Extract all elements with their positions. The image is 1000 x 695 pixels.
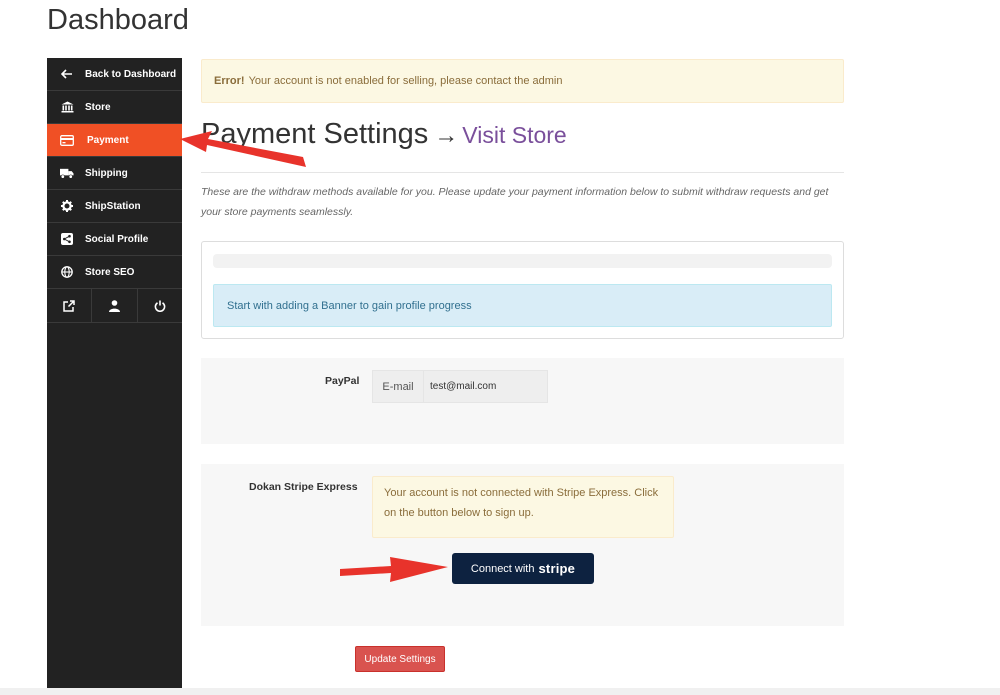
share-icon bbox=[60, 232, 74, 246]
paypal-label: PayPal bbox=[325, 375, 360, 387]
heading-arrow: → bbox=[434, 122, 459, 149]
profile-progress-bar bbox=[213, 254, 832, 268]
sidebar-item-label: Back to Dashboard bbox=[85, 68, 177, 80]
section-heading: Payment Settings → Visit Store bbox=[201, 118, 567, 151]
stripe-label: Dokan Stripe Express bbox=[249, 481, 358, 493]
sidebar-item-label: ShipStation bbox=[85, 200, 141, 212]
user-icon bbox=[108, 299, 120, 312]
sidebar-item-shipping[interactable]: Shipping bbox=[47, 157, 182, 190]
stripe-panel: Dokan Stripe Express Your account is not… bbox=[201, 464, 844, 626]
paypal-panel: PayPal E-mail bbox=[201, 358, 844, 444]
page-title: Dashboard bbox=[47, 4, 189, 36]
external-link-icon bbox=[63, 299, 75, 312]
power-icon bbox=[154, 300, 166, 312]
divider bbox=[201, 172, 844, 173]
truck-icon bbox=[60, 166, 74, 180]
connect-stripe-button[interactable]: Connect with stripe bbox=[452, 553, 594, 584]
payment-settings-title: Payment Settings bbox=[201, 118, 429, 150]
paypal-email-input[interactable] bbox=[424, 370, 548, 403]
sidebar-item-store[interactable]: Store bbox=[47, 91, 182, 124]
visit-store-link[interactable]: Visit Store bbox=[462, 122, 566, 149]
bank-icon bbox=[60, 100, 74, 114]
credit-card-icon bbox=[60, 133, 74, 147]
logout-button[interactable] bbox=[138, 289, 182, 322]
sidebar-item-social-profile[interactable]: Social Profile bbox=[47, 223, 182, 256]
page-bottom-edge bbox=[0, 688, 1000, 695]
sidebar-item-label: Store bbox=[85, 101, 111, 113]
email-addon: E-mail bbox=[372, 370, 424, 403]
gear-icon bbox=[60, 199, 74, 213]
intro-text: These are the withdraw methods available… bbox=[201, 186, 829, 218]
sidebar-item-back-to-dashboard[interactable]: Back to Dashboard bbox=[47, 58, 182, 91]
stripe-logo-text: stripe bbox=[538, 561, 576, 576]
sidebar: Back to Dashboard Store Payment Shipping… bbox=[47, 58, 182, 695]
sidebar-item-label: Shipping bbox=[85, 167, 128, 179]
sidebar-item-shipstation[interactable]: ShipStation bbox=[47, 190, 182, 223]
alert-strong: Error! bbox=[214, 75, 245, 87]
sidebar-item-label: Store SEO bbox=[85, 266, 135, 278]
stripe-button-prefix: Connect with bbox=[470, 562, 535, 575]
visit-store-button[interactable] bbox=[47, 289, 93, 322]
globe-icon bbox=[60, 265, 74, 279]
selling-error-alert: Error! Your account is not enabled for s… bbox=[201, 59, 844, 103]
profile-button[interactable] bbox=[92, 289, 138, 322]
update-settings-button[interactable]: Update Settings bbox=[355, 646, 445, 672]
sidebar-item-label: Social Profile bbox=[85, 233, 149, 245]
progress-info-message: Start with adding a Banner to gain profi… bbox=[213, 284, 832, 327]
alert-text: Your account is not enabled for selling,… bbox=[248, 75, 563, 87]
sidebar-item-store-seo[interactable]: Store SEO bbox=[47, 256, 182, 289]
stripe-warning: Your account is not connected with Strip… bbox=[372, 476, 674, 538]
arrow-left-icon bbox=[60, 67, 74, 81]
sidebar-bottom-actions bbox=[47, 289, 182, 323]
profile-progress-box: Start with adding a Banner to gain profi… bbox=[201, 241, 844, 339]
sidebar-item-label: Payment bbox=[87, 134, 129, 146]
sidebar-item-payment[interactable]: Payment bbox=[47, 124, 182, 157]
